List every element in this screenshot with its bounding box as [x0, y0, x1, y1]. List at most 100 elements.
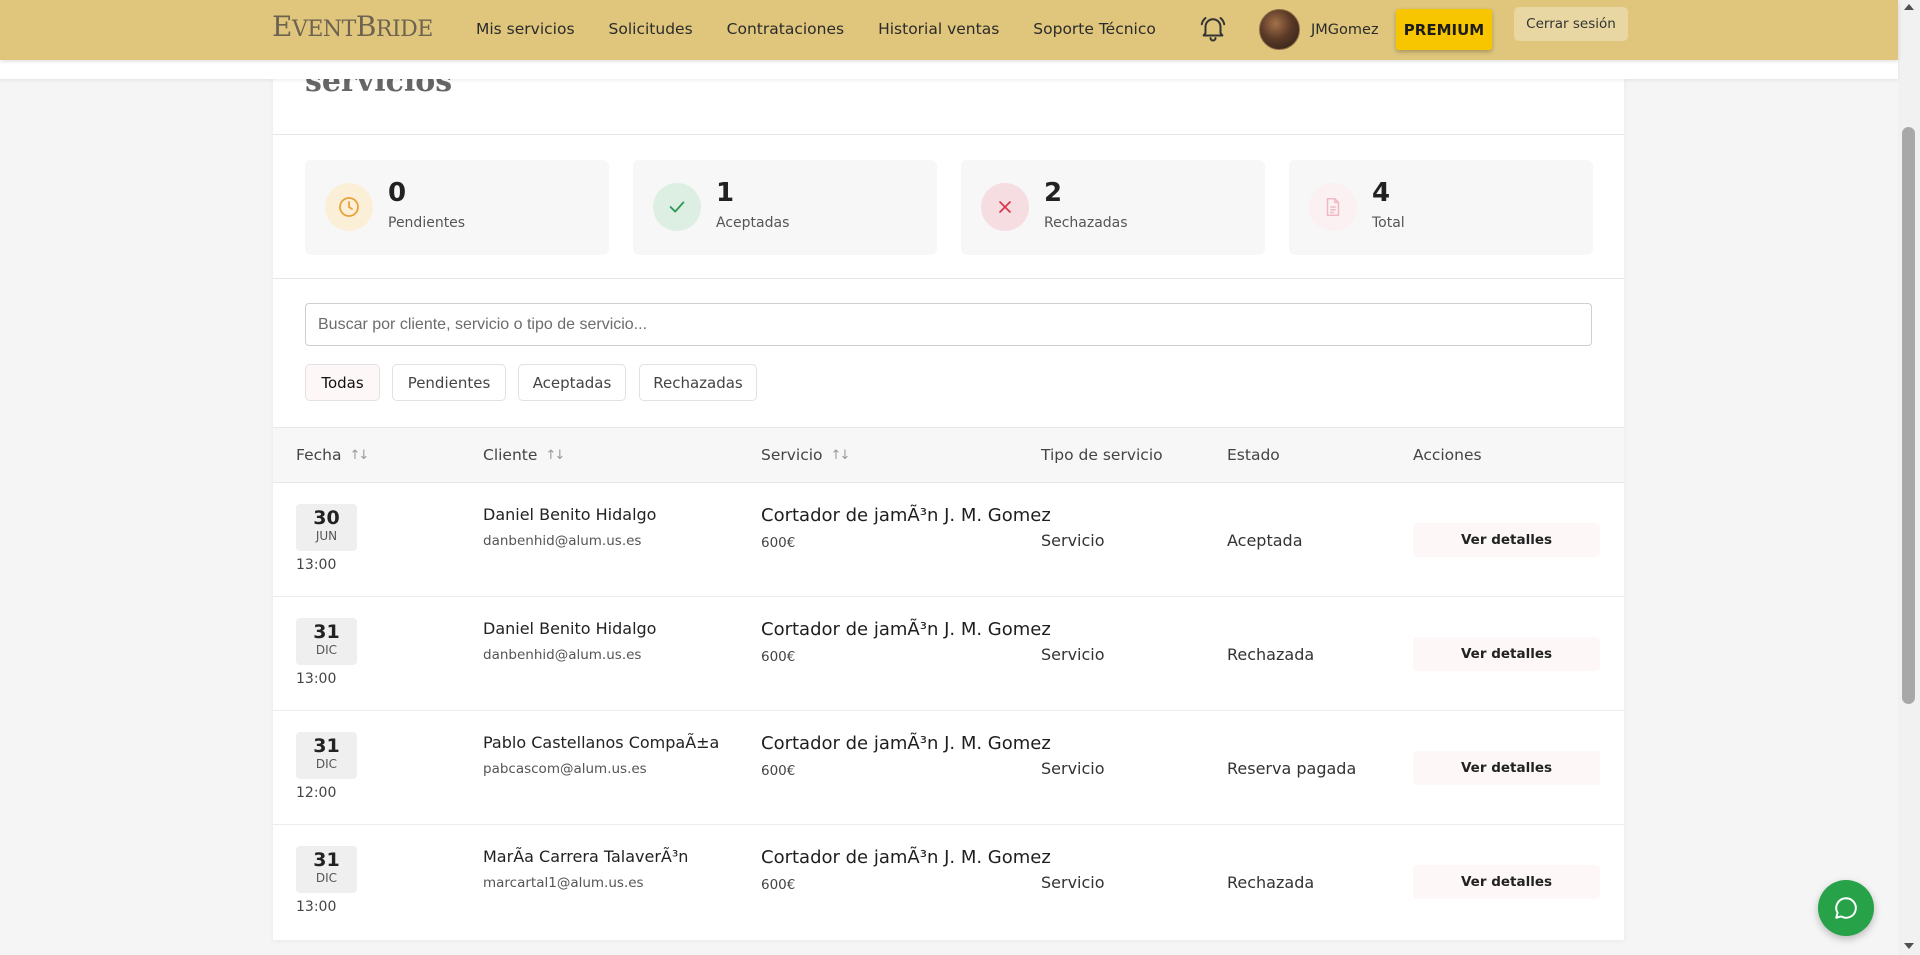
date-time: 13:00: [296, 557, 337, 573]
filter-pendientes[interactable]: Pendientes: [392, 364, 506, 401]
service-price: 600€: [761, 649, 796, 665]
scrollbar-thumb[interactable]: [1902, 127, 1915, 704]
date-month: DIC: [315, 643, 338, 657]
date-month: DIC: [315, 757, 338, 771]
status-text: Rechazada: [1227, 645, 1315, 664]
client-name: Pablo Castellanos CompaÃ±a: [483, 733, 720, 752]
document-icon: [1309, 183, 1357, 231]
stat-label: Aceptadas: [716, 215, 790, 231]
nav-links: Mis servicios Solicitudes Contrataciones…: [476, 20, 1190, 38]
date-day: 30: [313, 507, 340, 529]
column-header-estado: Estado: [1227, 446, 1280, 464]
x-icon: [981, 183, 1029, 231]
date-badge: 30 JUN: [296, 504, 357, 551]
filter-rechazadas[interactable]: Rechazadas: [639, 364, 757, 401]
nav-link-contrataciones[interactable]: Contrataciones: [727, 20, 844, 38]
stat-card-pendientes: 0 Pendientes: [305, 160, 609, 255]
stat-label: Total: [1372, 215, 1405, 231]
service-type: Servicio: [1041, 645, 1105, 664]
filter-aceptadas[interactable]: Aceptadas: [518, 364, 626, 401]
stat-value: 4: [1372, 178, 1391, 208]
table-row: 31 DIC 13:00 Daniel Benito Hidalgo danbe…: [273, 597, 1624, 711]
chat-bubble-icon: [1835, 897, 1857, 919]
status-text: Aceptada: [1227, 531, 1303, 550]
date-month: JUN: [315, 529, 338, 543]
column-header-label: Fecha: [296, 446, 342, 464]
column-header-label: Servicio: [761, 446, 823, 464]
brand-logo[interactable]: EVENTBRIDE: [272, 10, 433, 43]
view-details-button[interactable]: Ver detalles: [1413, 637, 1600, 671]
service-price: 600€: [761, 763, 796, 779]
stat-label: Rechazadas: [1044, 215, 1128, 231]
service-price: 600€: [761, 535, 796, 551]
sort-icon[interactable]: ↑↓: [349, 448, 369, 463]
nav-link-soporte-tecnico[interactable]: Soporte Técnico: [1033, 20, 1156, 38]
filter-todas[interactable]: Todas: [305, 364, 380, 401]
service-name: Cortador de jamÃ³n J. M. Gomez: [761, 847, 1051, 868]
date-day: 31: [313, 735, 340, 757]
username[interactable]: JMGomez: [1311, 22, 1379, 38]
date-time: 12:00: [296, 785, 337, 801]
search-input[interactable]: [305, 303, 1592, 346]
table-header: Fecha ↑↓ Cliente ↑↓ Servicio ↑↓ Tipo de ser…: [273, 427, 1624, 483]
date-day: 31: [313, 621, 340, 643]
column-header-tipo: Tipo de servicio: [1041, 446, 1163, 464]
stat-value: 2: [1044, 178, 1063, 208]
date-month: DIC: [315, 871, 338, 885]
page-scrollbar[interactable]: [1898, 0, 1920, 955]
stat-card-total: 4 Total: [1289, 160, 1593, 255]
client-email: danbenhid@alum.us.es: [483, 647, 642, 663]
nav-link-solicitudes[interactable]: Solicitudes: [609, 20, 693, 38]
logout-button[interactable]: Cerrar sesión: [1514, 7, 1628, 41]
bell-icon[interactable]: [1196, 11, 1230, 45]
table-row: 31 DIC 12:00 Pablo Castellanos CompaÃ±a …: [273, 711, 1624, 825]
clock-icon: [325, 183, 373, 231]
view-details-button[interactable]: Ver detalles: [1413, 751, 1600, 785]
service-name: Cortador de jamÃ³n J. M. Gomez: [761, 619, 1051, 640]
sort-icon[interactable]: ↑↓: [545, 448, 565, 463]
stat-label: Pendientes: [388, 215, 466, 231]
chat-button[interactable]: [1818, 880, 1874, 936]
stat-value: 0: [388, 178, 407, 208]
date-badge: 31 DIC: [296, 846, 357, 893]
sort-icon[interactable]: ↑↓: [831, 448, 851, 463]
check-icon: [653, 183, 701, 231]
premium-badge[interactable]: PREMIUM: [1396, 9, 1492, 50]
date-time: 13:00: [296, 899, 337, 915]
column-header-fecha[interactable]: Fecha ↑↓: [296, 446, 369, 464]
divider: [273, 134, 1624, 135]
client-name: Daniel Benito Hidalgo: [483, 619, 657, 638]
status-text: Rechazada: [1227, 873, 1315, 892]
nav-link-historial-ventas[interactable]: Historial ventas: [878, 20, 999, 38]
client-email: marcartal1@alum.us.es: [483, 875, 644, 891]
nav-link-mis-servicios[interactable]: Mis servicios: [476, 20, 575, 38]
date-day: 31: [313, 849, 340, 871]
status-text: Reserva pagada: [1227, 759, 1357, 778]
column-header-label: Cliente: [483, 446, 538, 464]
divider: [273, 278, 1624, 279]
service-type: Servicio: [1041, 873, 1105, 892]
column-header-servicio[interactable]: Servicio ↑↓: [761, 446, 851, 464]
scroll-up-arrow-icon[interactable]: [1904, 4, 1914, 10]
service-type: Servicio: [1041, 759, 1105, 778]
client-email: pabcascom@alum.us.es: [483, 761, 647, 777]
table-row: 30 JUN 13:00 Daniel Benito Hidalgo danbe…: [273, 483, 1624, 597]
service-name: Cortador de jamÃ³n J. M. Gomez: [761, 505, 1051, 526]
view-details-button[interactable]: Ver detalles: [1413, 865, 1600, 899]
avatar[interactable]: [1259, 9, 1300, 50]
table-row: 31 DIC 13:00 MarÃa Carrera TalaverÃ³n ma…: [273, 825, 1624, 939]
date-badge: 31 DIC: [296, 732, 357, 779]
view-details-button[interactable]: Ver detalles: [1413, 523, 1600, 557]
service-type: Servicio: [1041, 531, 1105, 550]
stat-card-aceptadas: 1 Aceptadas: [633, 160, 937, 255]
service-price: 600€: [761, 877, 796, 893]
scroll-down-arrow-icon[interactable]: [1904, 943, 1914, 949]
column-header-cliente[interactable]: Cliente ↑↓: [483, 446, 565, 464]
column-header-acciones: Acciones: [1413, 446, 1482, 464]
stat-card-rechazadas: 2 Rechazadas: [961, 160, 1265, 255]
client-email: danbenhid@alum.us.es: [483, 533, 642, 549]
stat-value: 1: [716, 178, 735, 208]
date-badge: 31 DIC: [296, 618, 357, 665]
client-name: MarÃa Carrera TalaverÃ³n: [483, 847, 689, 866]
top-navbar: EVENTBRIDE Mis servicios Solicitudes Con…: [0, 0, 1898, 60]
